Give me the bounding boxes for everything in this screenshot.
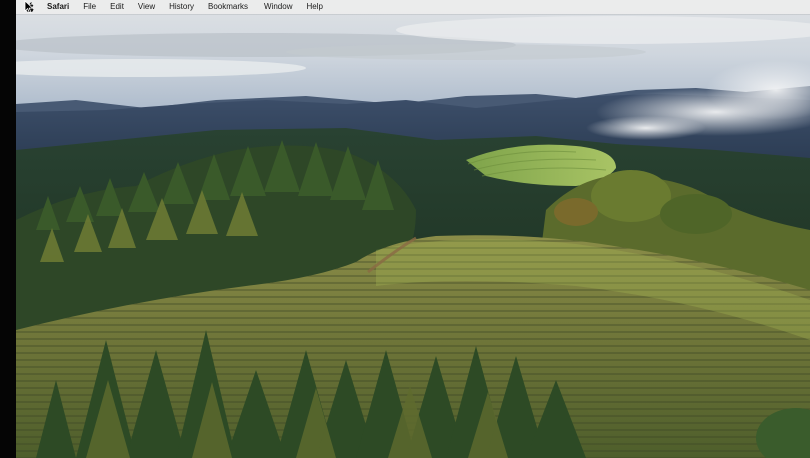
screen-left-edge	[0, 0, 16, 458]
menu-help[interactable]: Help	[306, 0, 322, 14]
menu-bar: Safari File Edit View History Bookmarks …	[16, 0, 810, 14]
menu-history[interactable]: History	[169, 0, 194, 14]
desktop-wallpaper	[16, 0, 810, 458]
menu-app-name[interactable]: Safari	[47, 0, 69, 14]
menu-bookmarks[interactable]: Bookmarks	[208, 0, 248, 14]
menu-edit[interactable]: Edit	[110, 0, 124, 14]
menu-file[interactable]: File	[83, 0, 96, 14]
pointer-cursor-icon	[24, 0, 34, 14]
menu-window[interactable]: Window	[264, 0, 292, 14]
screen: Safari File Edit View History Bookmarks …	[0, 0, 810, 458]
menu-view[interactable]: View	[138, 0, 155, 14]
landscape-image	[16, 0, 810, 458]
